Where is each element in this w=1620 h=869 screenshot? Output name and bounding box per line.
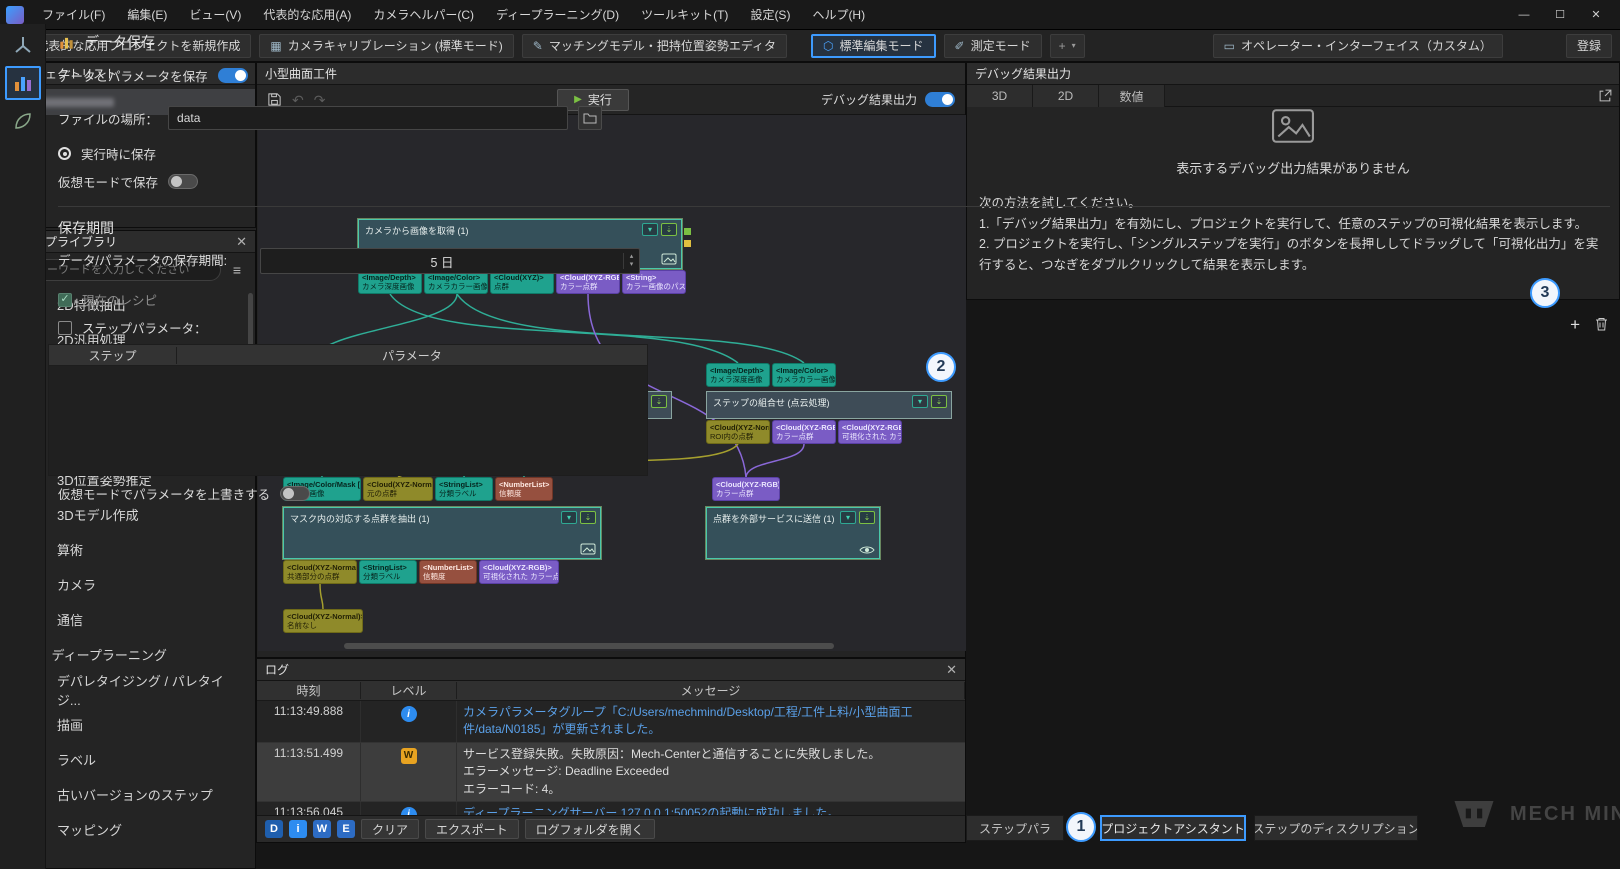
retention-spinner[interactable]: 5 日 ▴▾ — [260, 248, 640, 274]
callout-badge-1: 1 — [1066, 812, 1096, 842]
step-params-row: ステップパラメータ： — [58, 318, 207, 337]
plus-icon: + — [1570, 316, 1580, 333]
parameter-recipe-icon[interactable] — [5, 104, 41, 138]
data-save-header: データ保存 — [58, 32, 155, 52]
tab-step-description-label: ステップのディスクリプション — [1254, 820, 1418, 837]
callout-badge-2: 2 — [926, 352, 956, 382]
save-on-run-radio[interactable] — [58, 147, 71, 160]
folder-icon[interactable] — [578, 106, 602, 130]
virtual-save-label: 仮想モードで保存 — [58, 172, 158, 191]
watermark-text: MECH MIND — [1510, 803, 1620, 826]
data-storage-icon[interactable] — [5, 66, 41, 100]
data-save-title: データ保存 — [85, 32, 155, 52]
file-location-label: ファイルの場所： — [58, 109, 158, 128]
spin-down-icon[interactable]: ▾ — [630, 261, 634, 269]
step-params-label: ステップパラメータ： — [82, 318, 207, 337]
mech-mind-watermark: MECH MIND — [1448, 788, 1620, 840]
file-location-row: ファイルの場所： — [58, 106, 602, 130]
save-data-params-label: データとパラメータを保存 — [58, 66, 208, 85]
check-icon: ✓ — [60, 294, 69, 305]
save-on-run-label: 実行時に保存 — [81, 144, 156, 163]
param-col-parameter: パラメータ — [177, 347, 647, 364]
project-assistant-panel: プロジェクトアシスタント ✕ データ保存 データとパラメータを保存 — [0, 0, 654, 510]
current-recipe-checkbox[interactable]: ✓ — [58, 293, 72, 307]
override-label: 仮想モードでパラメータを上書きする — [58, 484, 270, 503]
save-on-run-row: 実行時に保存 — [58, 144, 156, 163]
assistant-content: データ保存 データとパラメータを保存 ファイルの場所： 実行時に保存 仮想モード… — [46, 22, 1620, 869]
virtual-save-toggle[interactable] — [168, 174, 198, 189]
current-recipe-row: ✓ 現在のレシピ — [58, 290, 157, 309]
spin-up-icon[interactable]: ▴ — [630, 253, 634, 261]
override-row: 仮想モードでパラメータを上書きする — [58, 484, 310, 503]
app-logo-icon — [6, 6, 24, 24]
trash-icon — [1595, 317, 1608, 331]
mech-mind-logo-icon — [1448, 788, 1500, 840]
param-table-body[interactable] — [48, 366, 648, 476]
virtual-save-row: 仮想モードで保存 — [58, 172, 198, 191]
measurement-output-icon[interactable] — [5, 28, 41, 62]
tab-project-assistant[interactable]: プロジェクトアシスタント — [1100, 815, 1246, 841]
retention-value: 5 日 — [261, 252, 623, 271]
assistant-icon-strip — [0, 24, 46, 869]
save-data-params-toggle[interactable] — [218, 68, 248, 83]
retention-title: 保存期間 — [58, 218, 114, 238]
data-save-icon — [58, 34, 75, 51]
divider — [58, 206, 1610, 207]
mech-vision-window: ファイル(F) 編集(E) ビュー(V) 代表的な応用(A) カメラヘルパー(C… — [0, 0, 1620, 869]
tab-step-parameters[interactable]: ステップパラ — [966, 815, 1064, 841]
add-param-button[interactable]: + — [1570, 316, 1580, 333]
param-col-step: ステップ — [49, 347, 177, 364]
retention-section-header: 保存期間 — [58, 218, 114, 238]
retention-row: データ/パラメータの保存期間: — [58, 250, 227, 269]
step-params-checkbox[interactable] — [58, 321, 72, 335]
tab-step-parameters-label: ステップパラ — [979, 820, 1051, 837]
tab-step-description[interactable]: ステップのディスクリプション — [1254, 815, 1418, 841]
callout-badge-3: 3 — [1530, 278, 1560, 308]
spinner-arrows[interactable]: ▴▾ — [623, 253, 639, 268]
override-toggle[interactable] — [280, 486, 310, 501]
current-recipe-label: 現在のレシピ — [82, 290, 157, 309]
tab-project-assistant-label: プロジェクトアシスタント — [1101, 820, 1245, 837]
save-data-params-row: データとパラメータを保存 — [58, 66, 248, 85]
delete-param-button[interactable] — [1595, 317, 1608, 331]
file-location-input[interactable] — [168, 106, 568, 130]
retention-label: データ/パラメータの保存期間: — [58, 250, 227, 269]
param-table-header: ステップ パラメータ — [48, 344, 648, 366]
